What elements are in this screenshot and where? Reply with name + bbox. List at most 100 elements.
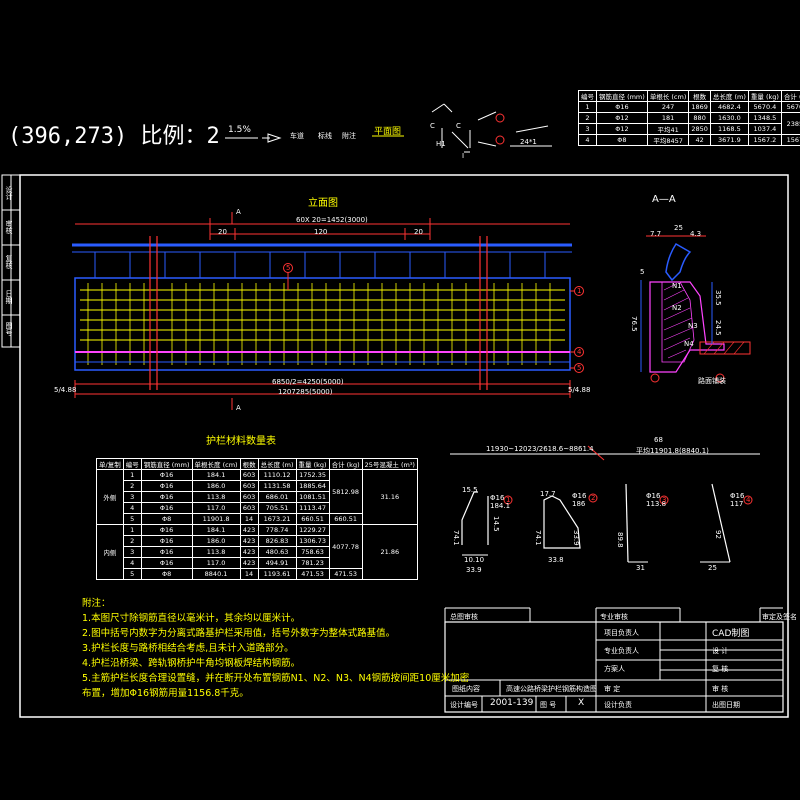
table-header: 钢筋直径 (mm) [140, 458, 193, 470]
bar2-dim: 33.8 [548, 556, 564, 564]
table-cell: 3 [122, 491, 142, 503]
table-cell: 1 [122, 524, 142, 536]
callout-5: 5 [577, 364, 582, 372]
table-header: 重量 (kg) [295, 458, 330, 470]
dim-120: 120 [314, 228, 328, 236]
table-cell: 内侧 [96, 524, 124, 580]
dim-top: 60X 20=1452(3000) [296, 216, 368, 224]
section-label-n2: N2 [672, 304, 682, 312]
strip-label: 图号 [5, 322, 13, 336]
table-header: 合计 (kg) [328, 458, 363, 470]
note-line: 布置，增加Φ16钢筋用量1156.8千克。 [82, 688, 249, 699]
elevation-title: 立面图 [308, 198, 338, 209]
table-cell: Φ16 [140, 469, 193, 481]
table-cell: 4077.78 [328, 524, 363, 569]
table-cell: 603 [239, 469, 259, 481]
note-line: 1.本图尺寸除钢筋直径以毫米计，其余均以厘米计。 [82, 613, 301, 624]
table-cell: 705.51 [257, 502, 297, 514]
table-cell: 5812.98 [328, 469, 363, 514]
table-cell: 3 [122, 546, 142, 558]
callout-4: 4 [577, 348, 582, 356]
table-cell: 1081.51 [295, 491, 330, 503]
dim-20-right: 20 [414, 228, 423, 236]
table-cell: 471.53 [328, 568, 363, 580]
table-cell: 113.8 [191, 491, 241, 503]
table-cell: 1110.12 [257, 469, 297, 481]
bar1-num: 1 [506, 496, 511, 504]
table-cell: 603 [239, 502, 259, 514]
table-cell: Φ16 [140, 502, 193, 514]
bar4-label: Φ16 [730, 492, 745, 500]
table-cell: 480.63 [257, 546, 297, 558]
table-cell: 660.51 [295, 513, 330, 525]
table-cell: 184.1 [191, 524, 241, 536]
table-cell: 1885.64 [295, 480, 330, 492]
bar1-dim: 74.1 [452, 530, 460, 546]
table-cell: 1113.47 [295, 502, 330, 514]
tb-cell: 项目负责人 [604, 629, 639, 637]
table-cell: 117.0 [191, 557, 241, 569]
tb-cell: 审 核 [712, 685, 729, 693]
section-label-n1: N1 [672, 282, 682, 290]
tb-cell: 设计负责 [604, 701, 632, 709]
strip-label: 日期 [5, 290, 13, 304]
table-cell: 2 [122, 480, 142, 492]
dim-right: 5/4.88 [568, 386, 591, 394]
table-cell: 423 [239, 546, 259, 558]
tb-cell: CAD制图 [712, 629, 750, 639]
tb-cell: 出图日期 [712, 701, 740, 709]
table-cell: 603 [239, 480, 259, 492]
tb-sheet: X [578, 698, 585, 708]
rebar-top-sub: 平均11901.8(8840.1) [636, 447, 709, 455]
bar3-dim: 31 [636, 564, 645, 572]
table-header: 根数 [239, 458, 259, 470]
table-cell: Φ16 [140, 480, 193, 492]
bar2-num: 2 [591, 494, 596, 502]
table-cell: 184.1 [191, 469, 241, 481]
bar2-dim: 74.1 [534, 530, 542, 546]
bar4-dim: 92 [714, 530, 722, 539]
materials-table-title: 护栏材料数量表 [206, 436, 276, 447]
table-cell: 4 [122, 502, 142, 514]
bar1-dim: 10.10 [464, 556, 485, 564]
tb-project: 图纸内容 [452, 685, 480, 693]
bar3-num: 3 [662, 496, 667, 504]
section-label-n4: N4 [684, 340, 694, 348]
table-cell: 781.23 [295, 557, 330, 569]
notes-heading: 附注： [82, 598, 111, 609]
materials-table: 单/复制 编号 钢筋直径 (mm) 单根长度 (cm) 根数 总长度 (m) 重… [96, 458, 418, 580]
table-cell: Φ8 [140, 568, 193, 580]
bar4-len: 117 [730, 500, 744, 508]
table-cell: 603 [239, 491, 259, 503]
table-cell: Φ8 [140, 513, 193, 525]
tb-cell: 复 核 [712, 665, 729, 673]
table-row: 外侧 1 Φ16 184.1 603 1110.12 1752.35 5812.… [96, 469, 418, 525]
table-cell: 14 [239, 568, 259, 580]
dim-bottom-2: 1207285(5000) [278, 388, 333, 396]
bar1-dim: 15.5 [462, 486, 478, 494]
section-dim: 5 [640, 268, 645, 276]
table-cell: 471.53 [295, 568, 330, 580]
table-cell: Φ16 [140, 491, 193, 503]
strip-label: 设计 [5, 186, 13, 200]
tb-drawing-no: 2001-139 [490, 698, 534, 708]
bar2-label: Φ16 [572, 492, 587, 500]
strip-label: 审核 [5, 220, 13, 234]
bar3-dim: 89.8 [616, 532, 624, 548]
note-line: 3.护栏长度与路桥相结合考虑,且未计入道路部分。 [82, 643, 294, 654]
bar4-dim: 25 [708, 564, 717, 572]
table-cell: 423 [239, 535, 259, 547]
table-cell: 778.74 [257, 524, 297, 536]
note-line: 2.图中括号内数字为分离式路基护栏采用值，括号外数字为整体式路基值。 [82, 628, 396, 639]
table-header: 单/复制 [96, 458, 124, 470]
table-header-row: 单/复制 编号 钢筋直径 (mm) 单根长度 (cm) 根数 总长度 (m) 重… [96, 458, 418, 470]
dim-left: 5/4.88 [54, 386, 77, 394]
callout-1: 1 [577, 287, 582, 295]
tb-cell: 专业负责人 [604, 647, 639, 655]
table-cell: 2 [122, 535, 142, 547]
section-marker-top: A [236, 208, 241, 216]
table-cell: 5 [122, 513, 142, 525]
section-dim: 7.7 [650, 230, 662, 238]
bar2-dim: 17.7 [540, 490, 556, 498]
section-title: A—A [652, 194, 676, 205]
